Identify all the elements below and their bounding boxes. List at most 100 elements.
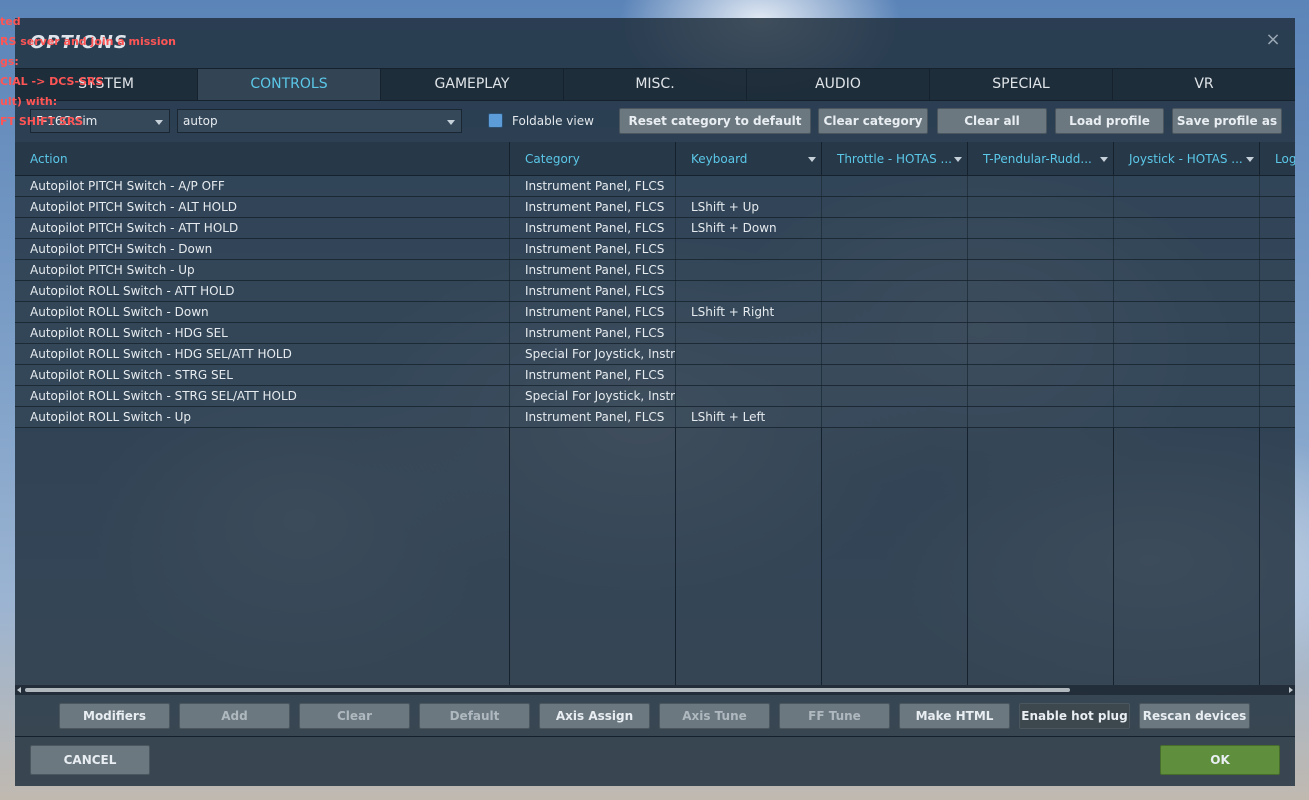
ok-button[interactable]: OK bbox=[1160, 745, 1280, 775]
header-keyboard-label: Keyboard bbox=[691, 152, 748, 166]
table-row[interactable]: Autopilot ROLL Switch - STRG SEL Instrum… bbox=[15, 365, 1295, 386]
overlay-line: ult) with: bbox=[0, 95, 58, 108]
table-row[interactable]: Autopilot ROLL Switch - ATT HOLD Instrum… bbox=[15, 281, 1295, 302]
enable-hot-plug-button[interactable]: Enable hot plug bbox=[1019, 703, 1130, 729]
keyboard-cell[interactable] bbox=[676, 281, 821, 301]
header-category[interactable]: Category bbox=[510, 142, 676, 176]
tab-controls[interactable]: CONTROLS bbox=[198, 69, 381, 100]
filter-select[interactable]: autop bbox=[177, 109, 462, 133]
action-cell: Autopilot PITCH Switch - ATT HOLD bbox=[30, 221, 239, 235]
header-keyboard[interactable]: Keyboard bbox=[676, 142, 822, 176]
axis-tune-button[interactable]: Axis Tune bbox=[659, 703, 770, 729]
foldable-view-checkbox[interactable] bbox=[488, 113, 503, 128]
table-row[interactable]: Autopilot PITCH Switch - ATT HOLD Instru… bbox=[15, 218, 1295, 239]
chevron-down-icon bbox=[1100, 157, 1108, 162]
clear-category-button[interactable]: Clear category bbox=[818, 108, 928, 134]
modifiers-button[interactable]: Modifiers bbox=[59, 703, 170, 729]
table-row[interactable]: Autopilot PITCH Switch - Up Instrument P… bbox=[15, 260, 1295, 281]
keyboard-cell[interactable] bbox=[676, 239, 821, 259]
keyboard-cell[interactable]: LShift + Left bbox=[676, 407, 821, 427]
clear-button[interactable]: Clear bbox=[299, 703, 410, 729]
keyboard-cell[interactable] bbox=[676, 365, 821, 385]
category-cell: Instrument Panel, FLCS bbox=[525, 221, 665, 235]
rescan-devices-button[interactable]: Rescan devices bbox=[1139, 703, 1250, 729]
table-row[interactable]: Autopilot ROLL Switch - HDG SEL/ATT HOLD… bbox=[15, 344, 1295, 365]
action-cell: Autopilot ROLL Switch - STRG SEL bbox=[30, 368, 233, 382]
horizontal-scrollbar[interactable] bbox=[15, 685, 1295, 695]
tab-bar: SYSTEM CONTROLS GAMEPLAY MISC. AUDIO SPE… bbox=[15, 68, 1295, 101]
controls-toolbar: F-16C Sim autop Foldable view Reset cate… bbox=[30, 108, 1290, 134]
footer-divider bbox=[15, 736, 1295, 737]
category-cell: Special For Joystick, Instru bbox=[525, 389, 675, 403]
tab-audio[interactable]: AUDIO bbox=[747, 69, 930, 100]
chevron-down-icon bbox=[808, 157, 816, 162]
category-cell: Special For Joystick, Instru bbox=[525, 347, 675, 361]
scrollbar-thumb[interactable] bbox=[25, 688, 1070, 692]
table-row[interactable]: Autopilot PITCH Switch - ALT HOLD Instru… bbox=[15, 197, 1295, 218]
category-cell: Instrument Panel, FLCS bbox=[525, 410, 665, 424]
overlay-line: FT SHIFT SRS bbox=[0, 115, 84, 128]
table-row[interactable]: Autopilot ROLL Switch - STRG SEL/ATT HOL… bbox=[15, 386, 1295, 407]
action-cell: Autopilot ROLL Switch - STRG SEL/ATT HOL… bbox=[30, 389, 297, 403]
scroll-left-icon[interactable] bbox=[17, 687, 21, 693]
save-profile-button[interactable]: Save profile as bbox=[1172, 108, 1282, 134]
table-row[interactable]: Autopilot ROLL Switch - HDG SEL Instrume… bbox=[15, 323, 1295, 344]
category-cell: Instrument Panel, FLCS bbox=[525, 242, 665, 256]
keyboard-cell[interactable] bbox=[676, 323, 821, 343]
header-category-label: Category bbox=[525, 152, 580, 166]
action-cell: Autopilot PITCH Switch - ALT HOLD bbox=[30, 200, 238, 214]
cancel-button[interactable]: CANCEL bbox=[30, 745, 150, 775]
table-row[interactable]: Autopilot PITCH Switch - A/P OFF Instrum… bbox=[15, 176, 1295, 197]
header-log-label: Log bbox=[1275, 152, 1295, 166]
table-row[interactable]: Autopilot PITCH Switch - Down Instrument… bbox=[15, 239, 1295, 260]
chevron-down-icon bbox=[447, 120, 455, 125]
bindings-table: Autopilot PITCH Switch - A/P OFF Instrum… bbox=[15, 176, 1295, 428]
keyboard-cell[interactable]: LShift + Right bbox=[676, 302, 821, 322]
chevron-down-icon bbox=[1246, 157, 1254, 162]
tab-gameplay[interactable]: GAMEPLAY bbox=[381, 69, 564, 100]
action-cell: Autopilot ROLL Switch - HDG SEL/ATT HOLD bbox=[30, 347, 292, 361]
scroll-right-icon[interactable] bbox=[1289, 687, 1293, 693]
foldable-view-label: Foldable view bbox=[512, 114, 594, 128]
tab-special[interactable]: SPECIAL bbox=[930, 69, 1113, 100]
keyboard-cell[interactable] bbox=[676, 344, 821, 364]
tab-vr[interactable]: VR bbox=[1113, 69, 1295, 100]
add-button[interactable]: Add bbox=[179, 703, 290, 729]
make-html-button[interactable]: Make HTML bbox=[899, 703, 1010, 729]
load-profile-button[interactable]: Load profile bbox=[1055, 108, 1164, 134]
reset-category-button[interactable]: Reset category to default bbox=[619, 108, 811, 134]
clear-all-button[interactable]: Clear all bbox=[937, 108, 1047, 134]
header-joystick[interactable]: Joystick - HOTAS ... bbox=[1114, 142, 1260, 176]
header-action[interactable]: Action bbox=[15, 142, 510, 176]
keyboard-cell[interactable]: LShift + Up bbox=[676, 197, 821, 217]
axis-assign-button[interactable]: Axis Assign bbox=[539, 703, 650, 729]
keyboard-cell[interactable] bbox=[676, 176, 821, 196]
overlay-log-text: ted RS server and join a mission gs: CIA… bbox=[0, 12, 176, 132]
ff-tune-button[interactable]: FF Tune bbox=[779, 703, 890, 729]
action-cell: Autopilot ROLL Switch - Down bbox=[30, 305, 209, 319]
action-cell: Autopilot ROLL Switch - ATT HOLD bbox=[30, 284, 235, 298]
category-cell: Instrument Panel, FLCS bbox=[525, 368, 665, 382]
overlay-line: ted bbox=[0, 15, 21, 28]
category-cell: Instrument Panel, FLCS bbox=[525, 284, 665, 298]
table-row[interactable]: Autopilot ROLL Switch - Down Instrument … bbox=[15, 302, 1295, 323]
keyboard-cell[interactable] bbox=[676, 260, 821, 280]
header-pendular[interactable]: T-Pendular-Rudd... bbox=[968, 142, 1114, 176]
header-pendular-label: T-Pendular-Rudd... bbox=[983, 152, 1092, 166]
default-button[interactable]: Default bbox=[419, 703, 530, 729]
chevron-down-icon bbox=[954, 157, 962, 162]
action-cell: Autopilot PITCH Switch - A/P OFF bbox=[30, 179, 225, 193]
action-cell: Autopilot ROLL Switch - Up bbox=[30, 410, 192, 424]
header-log[interactable]: Log bbox=[1260, 142, 1295, 176]
overlay-line: CIAL -> DCS-SRS bbox=[0, 75, 104, 88]
grid-header: Action Category Keyboard Throttle - HOTA… bbox=[15, 142, 1295, 176]
keyboard-cell[interactable]: LShift + Down bbox=[676, 218, 821, 238]
filter-select-value: autop bbox=[183, 114, 218, 128]
header-throttle[interactable]: Throttle - HOTAS ... bbox=[822, 142, 968, 176]
category-cell: Instrument Panel, FLCS bbox=[525, 305, 665, 319]
table-row[interactable]: Autopilot ROLL Switch - Up Instrument Pa… bbox=[15, 407, 1295, 428]
header-joystick-label: Joystick - HOTAS ... bbox=[1129, 152, 1243, 166]
close-icon[interactable]: × bbox=[1265, 31, 1281, 49]
tab-misc[interactable]: MISC. bbox=[564, 69, 747, 100]
keyboard-cell[interactable] bbox=[676, 386, 821, 406]
